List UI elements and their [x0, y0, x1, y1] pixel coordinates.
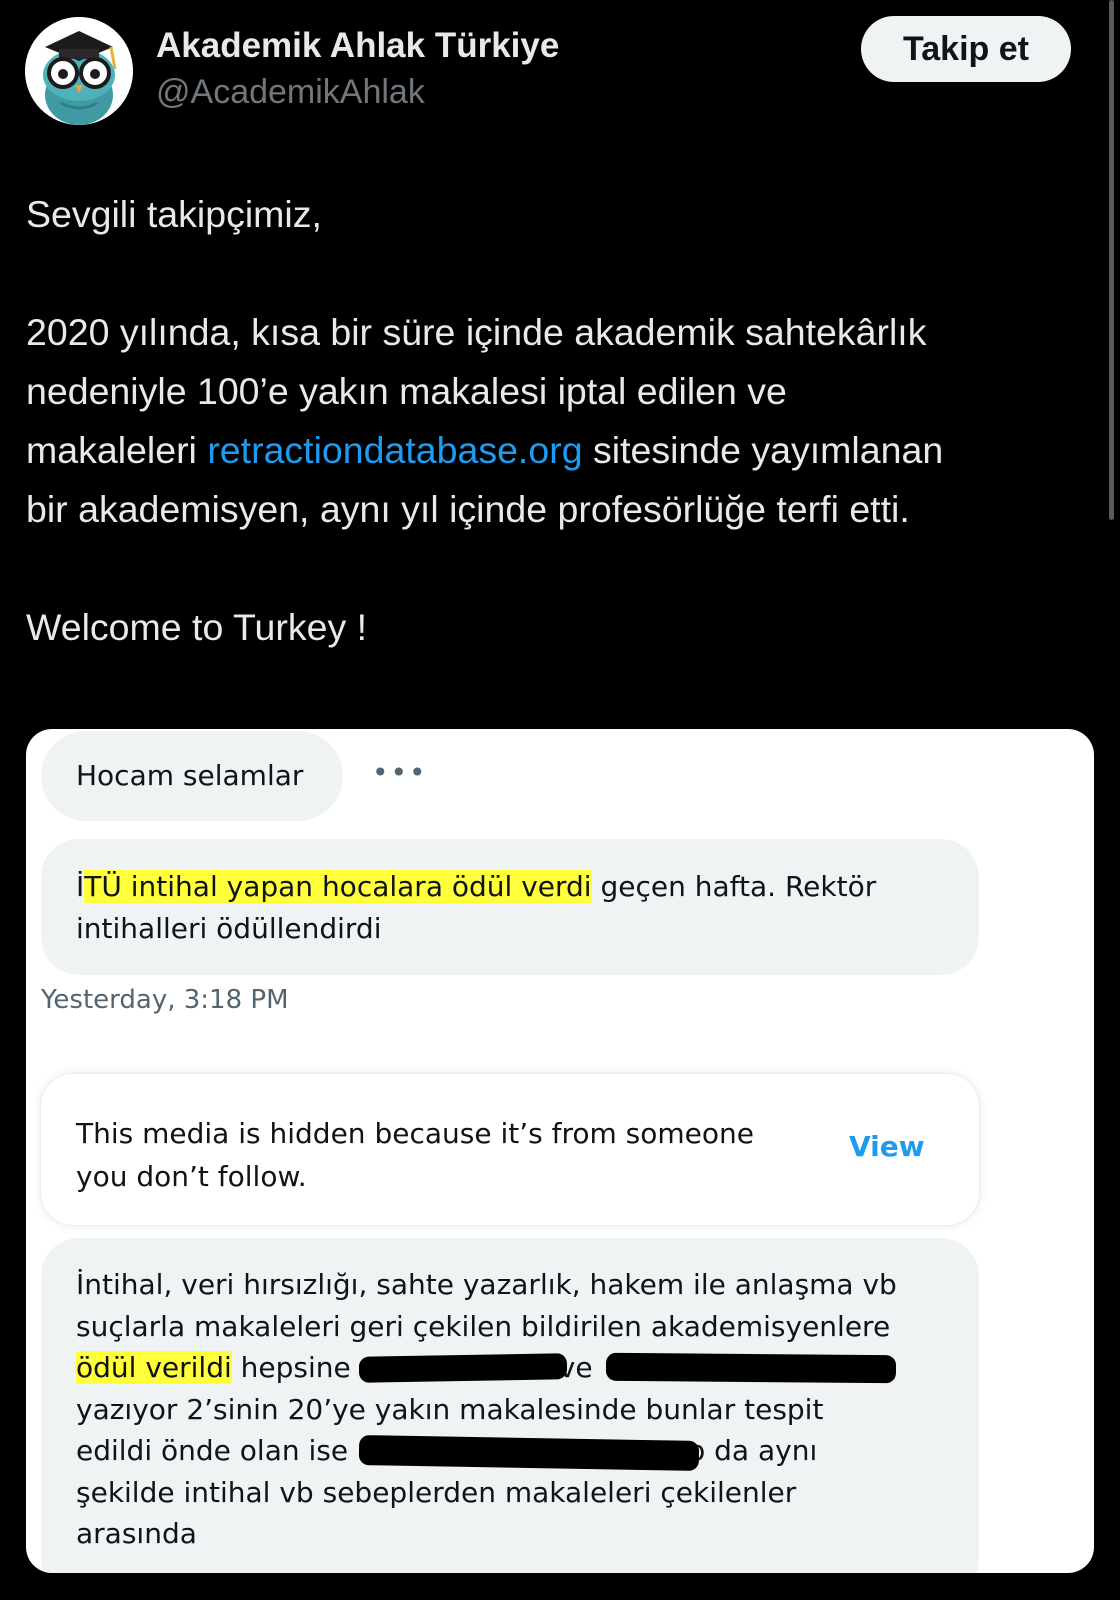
tweet-line: nedeniyle 100’e yakın makalesi iptal edi… [26, 370, 787, 412]
tweet-line: makaleleri retractiondatabase.org sitesi… [26, 421, 1106, 480]
message-timestamp: Yesterday, 3:18 PM [41, 985, 289, 1015]
message-bubble: İTÜ intihal yapan hocalara ödül verdi ge… [41, 839, 979, 975]
hidden-media-text: This media is hidden because it’s from s… [76, 1112, 754, 1198]
tweet-text-fragment: sitesinde yayımlanan [582, 429, 944, 471]
retraction-database-link[interactable]: retractiondatabase.org [207, 429, 582, 471]
message-fragment: edildi önde olan ise [76, 1434, 349, 1467]
scrollbar[interactable] [1109, 0, 1114, 520]
author-handle[interactable]: @AcademikAhlak [156, 73, 425, 112]
message-fragment: İntihal, veri hırsızlığı, sahte yazarlık… [76, 1268, 897, 1301]
message-bubble: Hocam selamlar [41, 731, 343, 821]
author-name[interactable]: Akademik Ahlak Türkiye [156, 26, 559, 66]
hidden-media-notice: This media is hidden because it’s from s… [41, 1074, 979, 1225]
highlighted-text: TÜ intihal yapan hocalara ödül verdi [84, 870, 592, 903]
message-fragment: intihalleri ödüllendirdi [76, 912, 382, 945]
message-fragment: şekilde intihal vb sebeplerden makaleler… [76, 1475, 797, 1509]
view-media-button: View [849, 1130, 925, 1163]
message-fragment: o da aynı [688, 1434, 818, 1467]
tweet-line: bir akademisyen, aynı yıl içinde profesö… [26, 488, 910, 530]
tweet-line: 2020 yılında, kısa bir süre içinde akade… [26, 311, 927, 353]
tweet-closing: Welcome to Turkey ! [26, 606, 368, 648]
message-fragment: yazıyor 2’sinin 20’ye yakın makalesinde … [76, 1392, 824, 1426]
message-bubble: İntihal, veri hırsızlığı, sahte yazarlık… [41, 1238, 979, 1573]
redaction-mark [605, 1352, 897, 1384]
tweet-text-fragment: makaleleri [26, 429, 208, 471]
hidden-media-line: you don’t follow. [76, 1160, 307, 1193]
message-fragment: geçen hafta. Rektör [591, 870, 877, 903]
hidden-media-line: This media is hidden because it’s from s… [76, 1117, 754, 1150]
message-text: İntihal, veri hırsızlığı, sahte yazarlık… [76, 1264, 897, 1555]
message-fragment: hepsine [231, 1351, 351, 1384]
highlighted-text: ödül verildi [76, 1351, 232, 1384]
attached-screenshot[interactable]: Hocam selamlar ••• İTÜ intihal yapan hoc… [26, 729, 1094, 1573]
tweet-text: Sevgili takipçimiz, 2020 yılında, kısa b… [26, 185, 1106, 657]
message-fragment: suçlarla makaleleri geri çekilen bildiri… [76, 1309, 891, 1343]
owl-graduate-icon [25, 17, 133, 125]
more-options-icon: ••• [372, 756, 428, 789]
message-text: İTÜ intihal yapan hocalara ödül verdi ge… [76, 866, 876, 950]
redaction-mark [358, 1353, 568, 1383]
redaction-mark [358, 1435, 700, 1471]
tweet-greeting: Sevgili takipçimiz, [26, 193, 322, 235]
avatar[interactable] [25, 17, 133, 125]
follow-button[interactable]: Takip et [861, 16, 1071, 82]
message-text: Hocam selamlar [76, 759, 304, 792]
message-fragment: arasında [76, 1517, 197, 1550]
